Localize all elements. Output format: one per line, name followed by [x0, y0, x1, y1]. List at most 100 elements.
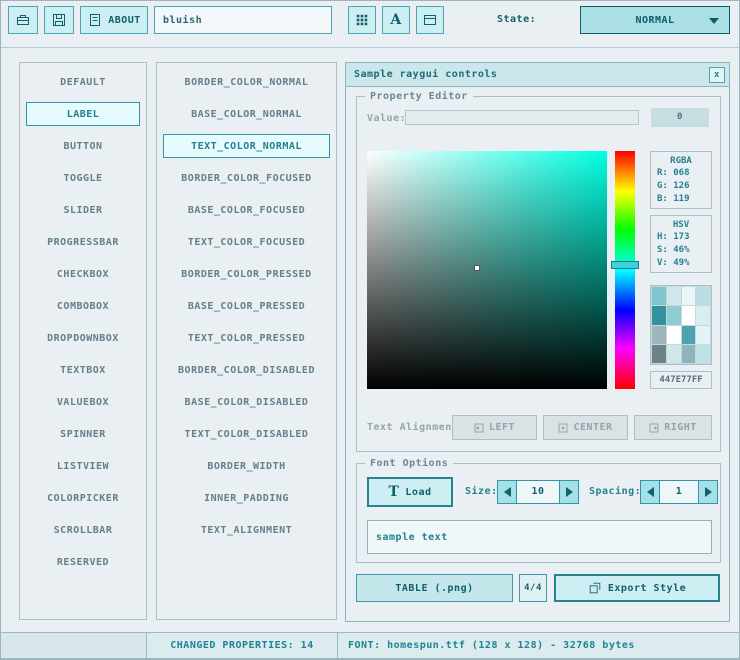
- palette-swatch[interactable]: [696, 287, 710, 305]
- palette-swatch[interactable]: [667, 287, 681, 305]
- align-center-button[interactable]: CENTER: [543, 415, 628, 440]
- control-item[interactable]: COLORPICKER: [26, 486, 140, 510]
- property-item[interactable]: BASE_COLOR_FOCUSED: [163, 198, 330, 222]
- hue-bar[interactable]: [615, 151, 635, 389]
- property-item[interactable]: BASE_COLOR_PRESSED: [163, 294, 330, 318]
- sample-text-input[interactable]: [367, 520, 712, 554]
- window-titlebar[interactable]: Sample raygui controls x: [346, 63, 729, 87]
- property-item[interactable]: TEXT_COLOR_PRESSED: [163, 326, 330, 350]
- export-format-label: TABLE (.png): [395, 583, 473, 594]
- palette-swatch[interactable]: [652, 345, 666, 363]
- export-style-label: Export Style: [608, 583, 686, 594]
- style-palette-grid: [650, 285, 712, 365]
- about-button[interactable]: ABOUT: [80, 6, 148, 34]
- statusbar-changed-properties: CHANGED PROPERTIES: 14: [146, 632, 338, 659]
- property-item[interactable]: BORDER_COLOR_FOCUSED: [163, 166, 330, 190]
- palette-swatch[interactable]: [652, 287, 666, 305]
- palette-swatch[interactable]: [667, 306, 681, 324]
- property-item[interactable]: BASE_COLOR_DISABLED: [163, 390, 330, 414]
- state-dropdown[interactable]: NORMAL: [580, 6, 730, 34]
- palette-swatch[interactable]: [652, 326, 666, 344]
- arrow-right-icon: [566, 487, 573, 497]
- control-item[interactable]: DEFAULT: [26, 70, 140, 94]
- align-left-button[interactable]: LEFT: [452, 415, 537, 440]
- hsv-title: HSV: [651, 219, 711, 231]
- load-font-button[interactable]: T Load: [367, 477, 453, 507]
- font-settings-button[interactable]: A: [382, 6, 410, 34]
- control-item[interactable]: TOGGLE: [26, 166, 140, 190]
- palette-swatch[interactable]: [682, 326, 696, 344]
- rgba-r: R: 068: [651, 167, 711, 180]
- font-a-icon: A: [390, 13, 401, 27]
- control-item[interactable]: SPINNER: [26, 422, 140, 446]
- close-icon[interactable]: x: [709, 67, 725, 83]
- palette-swatch[interactable]: [667, 326, 681, 344]
- rgba-panel: RGBA R: 068 G: 126 B: 119: [650, 151, 712, 209]
- window-title: Sample raygui controls: [354, 69, 497, 80]
- palette-swatch[interactable]: [696, 326, 710, 344]
- style-name-input[interactable]: [154, 6, 332, 34]
- export-format-dropdown[interactable]: TABLE (.png): [356, 574, 513, 602]
- property-item[interactable]: TEXT_ALIGNMENT: [163, 518, 330, 542]
- about-button-label: ABOUT: [108, 15, 141, 26]
- control-item[interactable]: SCROLLBAR: [26, 518, 140, 542]
- value-slider[interactable]: [405, 110, 639, 125]
- control-item[interactable]: BUTTON: [26, 134, 140, 158]
- size-increment-button[interactable]: [559, 480, 579, 504]
- palette-swatch[interactable]: [682, 287, 696, 305]
- rgba-g: G: 126: [651, 180, 711, 193]
- controls-list-panel: DEFAULT LABEL BUTTON TOGGLE SLIDER PROGR…: [19, 62, 147, 620]
- control-item[interactable]: LISTVIEW: [26, 454, 140, 478]
- palette-swatch[interactable]: [696, 345, 710, 363]
- palette-swatch[interactable]: [667, 345, 681, 363]
- control-item[interactable]: TEXTBOX: [26, 358, 140, 382]
- grid-snap-button[interactable]: [348, 6, 376, 34]
- palette-swatch[interactable]: [696, 306, 710, 324]
- property-item[interactable]: BORDER_COLOR_NORMAL: [163, 70, 330, 94]
- control-item[interactable]: CHECKBOX: [26, 262, 140, 286]
- control-item[interactable]: VALUEBOX: [26, 390, 140, 414]
- property-item-selected[interactable]: TEXT_COLOR_NORMAL: [163, 134, 330, 158]
- color-picker-marker[interactable]: [474, 265, 480, 271]
- property-item[interactable]: BORDER_COLOR_DISABLED: [163, 358, 330, 382]
- folder-open-icon: [15, 12, 31, 28]
- color-picker-gradient[interactable]: [367, 151, 607, 389]
- property-item[interactable]: TEXT_COLOR_FOCUSED: [163, 230, 330, 254]
- export-ratio-box[interactable]: 4/4: [519, 574, 547, 602]
- size-value-box[interactable]: 10: [516, 480, 560, 504]
- spacing-value-box[interactable]: 1: [659, 480, 699, 504]
- hsv-v: V: 49%: [651, 257, 711, 270]
- hue-slider-handle[interactable]: [611, 261, 639, 269]
- property-item[interactable]: BASE_COLOR_NORMAL: [163, 102, 330, 126]
- hsv-s: S: 46%: [651, 244, 711, 257]
- spacing-label: Spacing:: [589, 486, 641, 497]
- value-box[interactable]: 0: [651, 108, 709, 127]
- control-item[interactable]: SLIDER: [26, 198, 140, 222]
- spacing-increment-button[interactable]: [698, 480, 718, 504]
- size-decrement-button[interactable]: [497, 480, 517, 504]
- rgba-title: RGBA: [651, 155, 711, 167]
- align-left-icon: [474, 423, 484, 433]
- export-style-button[interactable]: Export Style: [554, 574, 720, 602]
- align-right-button[interactable]: RIGHT: [634, 415, 712, 440]
- palette-swatch[interactable]: [682, 345, 696, 363]
- control-item[interactable]: DROPDOWNBOX: [26, 326, 140, 350]
- hex-value-box[interactable]: 447E77FF: [650, 371, 712, 389]
- chevron-down-icon: [709, 18, 719, 24]
- save-style-button[interactable]: [44, 6, 74, 34]
- palette-swatch[interactable]: [682, 306, 696, 324]
- property-item[interactable]: BORDER_WIDTH: [163, 454, 330, 478]
- property-item[interactable]: INNER_PADDING: [163, 486, 330, 510]
- spacing-decrement-button[interactable]: [640, 480, 660, 504]
- control-item[interactable]: COMBOBOX: [26, 294, 140, 318]
- window-preview-button[interactable]: [416, 6, 444, 34]
- control-item[interactable]: PROGRESSBAR: [26, 230, 140, 254]
- property-item[interactable]: TEXT_COLOR_DISABLED: [163, 422, 330, 446]
- property-item[interactable]: BORDER_COLOR_PRESSED: [163, 262, 330, 286]
- control-item-selected[interactable]: LABEL: [26, 102, 140, 126]
- sample-controls-window: Sample raygui controls x Property Editor…: [345, 62, 730, 622]
- open-style-button[interactable]: [8, 6, 38, 34]
- control-item[interactable]: RESERVED: [26, 550, 140, 574]
- toolbar: ABOUT A State: NORMAL: [0, 0, 740, 48]
- palette-swatch[interactable]: [652, 306, 666, 324]
